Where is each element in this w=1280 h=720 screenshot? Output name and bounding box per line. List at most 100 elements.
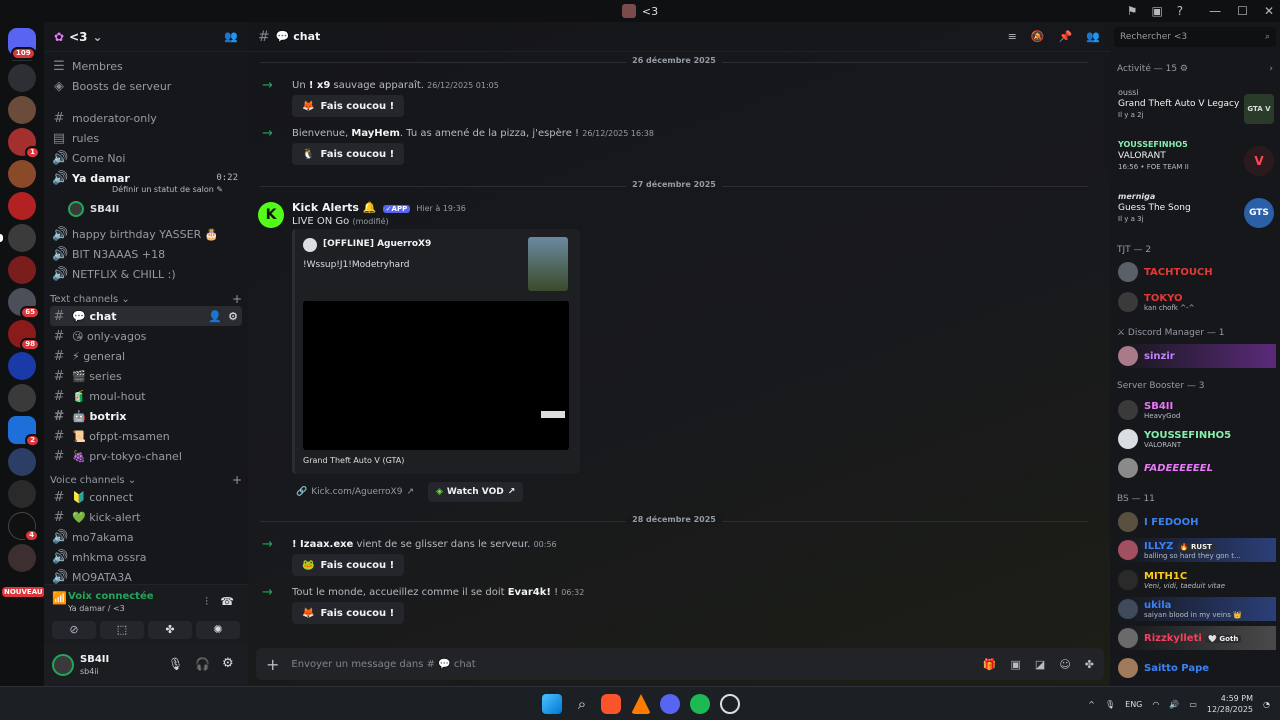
steam-icon[interactable] [720,694,740,714]
gear-icon[interactable]: ⚙ [228,310,238,323]
channel-rules[interactable]: ▤ rules [50,128,242,148]
server-icon[interactable] [8,352,36,380]
add-channel-icon[interactable]: + [232,473,242,487]
search-input[interactable]: Rechercher <3 ⌕ [1114,27,1276,47]
server-icon[interactable] [8,256,36,284]
text-channels-category[interactable]: Text channels ⌄ + [50,292,242,306]
language-indicator[interactable]: ENG [1125,700,1142,709]
notifications-icon[interactable]: ◔ [1263,700,1270,709]
close-icon[interactable]: ✕ [1264,0,1274,22]
avatar[interactable] [52,654,74,676]
battery-icon[interactable]: ▭ [1189,700,1197,709]
channel-general[interactable]: # ⚡ general [50,346,242,366]
embed-author[interactable]: [OFFLINE] AguerroX9 [323,239,431,249]
server-icon[interactable] [8,224,36,252]
clock[interactable]: 4:59 PM 12/28/2025 [1207,693,1253,715]
member-item[interactable]: TACHTOUCH [1118,260,1276,284]
minimize-icon[interactable]: — [1209,0,1221,22]
channel-botrix[interactable]: # 🤖 botrix [50,406,242,426]
emoji-icon[interactable]: ☺ [1059,658,1070,671]
channel-prv-tokyo-chanel[interactable]: # 🍇 prv-tokyo-chanel [50,446,242,466]
member-item[interactable]: I FEDOOH [1118,510,1276,534]
channel-netflix-chill[interactable]: 🔊 NETFLIX & CHILL :) [50,264,242,284]
microphone-icon[interactable]: 🎙 [168,657,183,671]
server-icon[interactable]: 4 [8,512,39,542]
screen-icon[interactable]: ▣ [1151,0,1162,22]
server-icon[interactable]: 65 [8,288,40,319]
headphones-icon[interactable]: 🎧 [195,657,210,671]
app-icon[interactable] [631,694,651,714]
server-icon[interactable]: 1 [8,128,40,159]
member-item[interactable]: TOKYO kan chofk ^-^ [1118,290,1276,314]
gift-icon[interactable]: 🎁 [983,658,997,671]
server-header[interactable]: ✿ <3 ⌄ 👥 [44,22,248,52]
server-icon[interactable] [8,160,36,188]
member-item[interactable]: ILLYZ 🔥 RUST balling so hard they gon t..… [1118,538,1276,562]
discord-icon[interactable] [660,694,680,714]
channel-only-vagos[interactable]: # 😘 only-vagos [50,326,242,346]
user-display-name[interactable]: SB4II [80,654,109,665]
activity-card[interactable]: YOUSSEFINHO5 VALORANT 16:56 • FOE TEAM I… [1118,140,1274,186]
server-icon[interactable] [8,192,36,220]
set-channel-status[interactable]: Définir un statut de salon ✎ [112,185,223,194]
server-icon[interactable] [8,96,36,124]
channel-mo7akama[interactable]: 🔊 mo7akama [50,527,242,547]
member-item[interactable]: Rizzkylleti 🤍 Goth [1118,626,1276,650]
add-channel-icon[interactable]: + [232,292,242,306]
channel-bit-n3aaas[interactable]: 🔊 BIT N3AAAS +18 [50,244,242,264]
server-icon[interactable]: 2 [8,416,40,447]
channel-ofppt-msamen[interactable]: # 📜 ofppt-msamen [50,426,242,446]
channel-come-noi[interactable]: 🔊 Come Noi [50,148,242,168]
wave-button[interactable]: 🐧 Fais coucou ! [292,143,405,165]
direct-messages-icon[interactable]: 109 [8,28,36,60]
inbox-flag-icon[interactable]: ⚑ [1127,0,1138,22]
wave-button[interactable]: 🦊 Fais coucou ! [292,95,405,117]
server-icon[interactable]: 98 [8,320,40,351]
spotify-icon[interactable] [690,694,710,714]
server-icon[interactable] [8,448,36,476]
member-item[interactable]: SB4II HeavyGod [1118,398,1276,422]
embed-video-preview[interactable] [303,301,569,450]
message-input[interactable]: Envoyer un message dans # 💬 chat [291,659,970,670]
notification-bell-icon[interactable]: 🔕 [1031,30,1045,43]
voice-user[interactable]: SB4II [66,198,236,220]
member-item[interactable]: FADEEEEEEL [1118,456,1276,480]
gif-icon[interactable]: ▣ [1011,658,1021,671]
member-list-icon[interactable]: 👥 [1086,30,1100,43]
voice-channels-category[interactable]: Voice channels ⌄ + [50,473,242,487]
watch-vod-button[interactable]: ◈ Watch VOD ↗ [428,482,524,502]
kick-bot-avatar[interactable]: K [258,202,284,228]
channel-kick-alert[interactable]: # 💚 kick-alert [50,507,242,527]
sidebar-item-boosts[interactable]: ◈ Boosts de serveur [50,76,242,96]
screen-share-icon[interactable]: ⬚ [100,621,144,639]
channel-chat[interactable]: # 💬 chat 👤 ⚙ [50,306,242,326]
kick-link-button[interactable]: 🔗 Kick.com/AguerroX9 ↗ [296,482,414,502]
wave-button[interactable]: 🦊 Fais coucou ! [292,602,405,624]
sidebar-item-members[interactable]: ☰ Membres [50,56,242,76]
activities-icon[interactable]: ✤ [148,621,192,639]
start-icon[interactable] [542,694,562,714]
channel-mhkma-ossra[interactable]: 🔊 mhkma ossra [50,547,242,567]
camera-off-icon[interactable]: ⊘ [52,621,96,639]
member-item[interactable]: YOUSSEFINHO5 VALORANT [1118,427,1276,451]
channel-series[interactable]: # 🎬 series [50,366,242,386]
wave-button[interactable]: 🐸 Fais coucou ! [292,554,405,576]
brave-browser-icon[interactable] [601,694,621,714]
volume-icon[interactable]: 🔊 [1169,700,1179,709]
gear-icon[interactable]: ⚙ [222,656,234,671]
add-attachment-icon[interactable]: + [266,655,279,674]
server-icon[interactable] [8,544,36,572]
invite-people-icon[interactable]: 👥 [224,30,238,43]
member-item[interactable]: Saitto Pape [1118,656,1276,680]
channel-moul-hout[interactable]: # 🧃 moul-hout [50,386,242,406]
help-icon[interactable]: ? [1177,0,1183,22]
activity-header[interactable]: Activité — 15 ⚙ › [1117,64,1273,74]
channel-connect[interactable]: # 🔰 connect [50,487,242,507]
server-icon[interactable] [8,384,36,412]
maximize-icon[interactable]: ☐ [1237,0,1248,22]
apps-icon[interactable]: ✤ [1085,658,1094,671]
threads-icon[interactable]: ≡ [1008,30,1017,43]
embed-thumbnail[interactable] [528,237,568,291]
soundboard-icon[interactable]: ✺ [196,621,240,639]
invite-icon[interactable]: 👤 [208,310,222,323]
